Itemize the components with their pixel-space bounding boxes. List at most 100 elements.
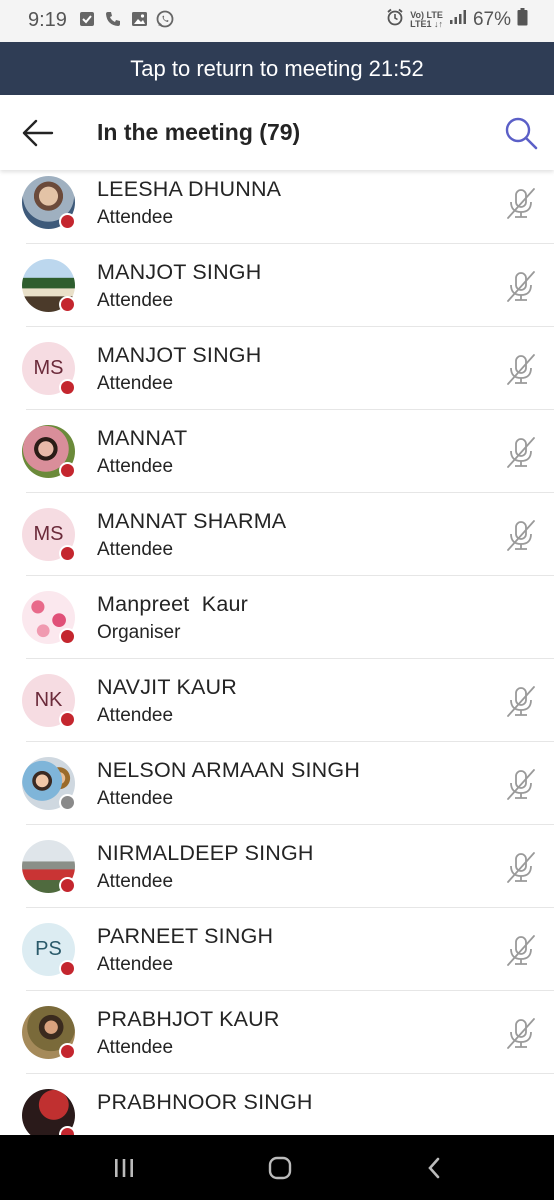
mic-off-icon	[503, 268, 539, 304]
participant-row[interactable]: NIRMALDEEP SINGH Attendee	[0, 825, 554, 908]
participant-row[interactable]: PRABHJOT KAUR Attendee	[0, 991, 554, 1074]
participant-role: Attendee	[97, 788, 174, 809]
participant-avatar	[22, 425, 76, 479]
participant-avatar	[22, 591, 76, 645]
network-bottom-label: LTE1 ↓↑	[410, 18, 443, 29]
presence-indicator	[59, 628, 76, 645]
participants-header: In the meeting (79)	[0, 95, 554, 170]
presence-indicator	[59, 794, 76, 811]
mic-off-icon	[503, 434, 539, 470]
participant-name: MANNAT	[97, 426, 188, 450]
mic-off-icon	[503, 185, 539, 221]
participant-name: MANJOT SINGH	[97, 260, 262, 284]
home-icon	[268, 1156, 292, 1180]
whatsapp-notification-icon	[156, 10, 174, 28]
participant-role: Attendee	[97, 456, 174, 477]
participant-avatar	[22, 259, 76, 313]
participant-name: Manpreet Kaur	[97, 592, 248, 616]
participant-avatar	[22, 840, 76, 894]
checkbox-notification-icon	[78, 10, 96, 28]
search-icon	[505, 117, 538, 150]
participant-avatar	[22, 1006, 76, 1060]
participant-row[interactable]: NK NAVJIT KAUR Attendee	[0, 659, 554, 742]
mic-off-icon	[503, 683, 539, 719]
participant-name: LEESHA DHUNNA	[97, 177, 282, 201]
presence-indicator	[59, 462, 76, 479]
back-button[interactable]	[18, 113, 58, 153]
participant-row[interactable]: MANNAT Attendee	[0, 410, 554, 493]
signal-icon	[449, 9, 467, 30]
participant-row[interactable]: MS MANNAT SHARMA Attendee	[0, 493, 554, 576]
participant-avatar: NK	[22, 674, 76, 728]
participant-row[interactable]: NELSON ARMAAN SINGH Attendee	[0, 742, 554, 825]
participant-name: PARNEET SINGH	[97, 924, 274, 948]
participant-role: Attendee	[97, 1037, 174, 1058]
image-notification-icon	[130, 10, 148, 28]
system-status: Vo) LTE LTE1 ↓↑ 67%	[386, 8, 528, 31]
page-title: In the meeting (79)	[97, 119, 301, 145]
recents-icon	[115, 1159, 133, 1177]
presence-indicator	[59, 960, 76, 977]
participant-name: NELSON ARMAAN SINGH	[97, 758, 361, 782]
presence-indicator	[59, 1126, 76, 1135]
participant-avatar	[22, 757, 76, 811]
participant-row[interactable]: Manpreet Kaur Organiser	[0, 576, 554, 659]
presence-indicator	[59, 296, 76, 313]
participant-name: MANJOT SINGH	[97, 343, 262, 367]
participant-row[interactable]: PS PARNEET SINGH Attendee	[0, 908, 554, 991]
participant-row[interactable]: PRABHNOOR SINGH	[0, 1074, 554, 1135]
notification-icons	[78, 10, 174, 28]
participants-list[interactable]: AttendeeLEESHA DHUNNAAttendeeMANJOT SING…	[0, 170, 554, 1135]
participant-avatar: MS	[22, 508, 76, 562]
presence-indicator	[59, 545, 76, 562]
back-arrow-icon	[22, 119, 54, 147]
battery-icon	[517, 8, 528, 31]
participant-avatar	[22, 1089, 76, 1135]
nav-back-button[interactable]	[416, 1151, 452, 1185]
meeting-timer: 21:52	[368, 55, 424, 81]
status-bar: 9:19 Vo) LTE LTE1 ↓↑ 67%	[0, 0, 554, 42]
participant-role: Attendee	[97, 954, 174, 975]
participant-name: MANNAT SHARMA	[97, 509, 287, 533]
participant-role: Attendee	[97, 207, 174, 228]
participant-role: Attendee	[97, 871, 174, 892]
participant-row[interactable]: MANJOT SINGH Attendee	[0, 244, 554, 327]
participant-role: Attendee	[97, 539, 174, 560]
presence-indicator	[59, 877, 76, 894]
network-indicator: Vo) LTE LTE1 ↓↑	[410, 10, 443, 29]
mic-off-icon	[503, 849, 539, 885]
nav-back-icon	[428, 1157, 440, 1179]
participant-avatar: MS	[22, 342, 76, 396]
presence-indicator	[59, 711, 76, 728]
presence-indicator	[59, 379, 76, 396]
system-nav-bar	[0, 1135, 554, 1200]
participant-row[interactable]: MS MANJOT SINGH Attendee	[0, 327, 554, 410]
search-button[interactable]	[500, 112, 542, 154]
participant-role: Organiser	[97, 622, 181, 643]
participant-row[interactable]: LEESHA DHUNNA Attendee	[0, 170, 554, 244]
recents-button[interactable]	[106, 1151, 142, 1185]
battery-percent: 67%	[472, 8, 511, 30]
participant-name: NIRMALDEEP SINGH	[97, 841, 314, 865]
mic-off-icon	[503, 932, 539, 968]
mic-off-icon	[503, 351, 539, 387]
participant-avatar	[22, 176, 76, 230]
status-time: 9:19	[28, 9, 67, 31]
phone-notification-icon	[104, 10, 122, 28]
participant-name: PRABHNOOR SINGH	[97, 1090, 313, 1114]
presence-indicator	[59, 213, 76, 230]
mic-off-icon	[503, 517, 539, 553]
participant-role: Attendee	[97, 290, 174, 311]
return-to-meeting-banner[interactable]: Tap to return to meeting 21:52	[0, 42, 554, 95]
participant-role: Attendee	[97, 705, 174, 726]
home-button[interactable]	[262, 1151, 298, 1185]
banner-text: Tap to return to meeting	[130, 55, 363, 81]
mic-off-icon	[503, 1015, 539, 1051]
participant-name: PRABHJOT KAUR	[97, 1007, 280, 1031]
participant-name: NAVJIT KAUR	[97, 675, 237, 699]
participant-avatar: PS	[22, 923, 76, 977]
participant-role: Attendee	[97, 373, 174, 394]
alarm-icon	[386, 8, 404, 31]
presence-indicator	[59, 1043, 76, 1060]
mic-off-icon	[503, 766, 539, 802]
